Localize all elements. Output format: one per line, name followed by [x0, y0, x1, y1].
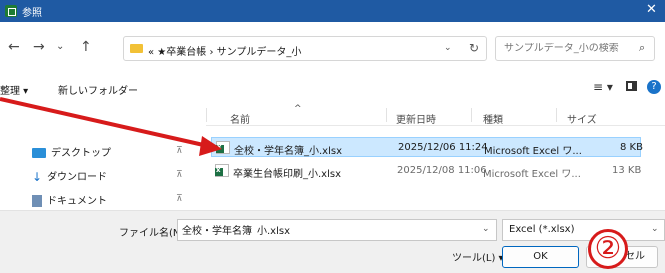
close-icon[interactable]: ✕: [646, 2, 657, 17]
address-box[interactable]: « ★卒業台帳 › サンプルデータ_小 ⌄ ↻: [123, 36, 487, 61]
file-type-filter-value: Excel (*.xlsx): [509, 224, 575, 235]
column-name[interactable]: 名前: [230, 111, 250, 126]
back-arrow-icon[interactable]: ←: [8, 39, 20, 55]
address-bar: ← → ⌄ ↑ « ★卒業台帳 › サンプルデータ_小 ⌄ ↻ ⌕: [0, 32, 665, 62]
file-name-input[interactable]: [182, 224, 472, 235]
chevron-down-icon[interactable]: ⌄: [444, 43, 452, 53]
chevron-down-icon[interactable]: ⌄: [651, 224, 659, 234]
nav-item-label: デスクトップ: [51, 148, 111, 159]
nav-item-documents[interactable]: ドキュメント: [32, 192, 107, 210]
column-separator[interactable]: [471, 108, 472, 122]
tools-menu[interactable]: ツール(L) ▾: [452, 249, 504, 264]
search-box[interactable]: ⌕: [495, 36, 655, 61]
column-type[interactable]: 種類: [483, 111, 503, 126]
new-folder-button[interactable]: 新しいフォルダー: [58, 82, 138, 97]
title-bar: 参照 ✕: [0, 0, 665, 22]
preview-pane-icon[interactable]: [626, 81, 637, 91]
nav-item-downloads[interactable]: ↓ ダウンロード: [32, 168, 107, 186]
excel-file-icon: [216, 141, 230, 154]
column-size[interactable]: サイズ: [567, 111, 597, 126]
breadcrumb[interactable]: « ★卒業台帳 › サンプルデータ_小: [148, 43, 301, 58]
nav-item-desktop[interactable]: デスクトップ: [32, 144, 111, 162]
file-list: 名前 ^ 更新日時 種類 サイズ 全校・学年名簿_小.xlsx 2025/12/…: [206, 104, 665, 210]
pin-icon[interactable]: ⊼: [176, 170, 183, 180]
file-name: 卒業生台帳印刷_小.xlsx: [233, 169, 342, 180]
column-separator[interactable]: [386, 108, 387, 122]
file-row[interactable]: 卒業生台帳印刷_小.xlsx 2025/12/08 11:06 Microsof…: [211, 161, 641, 181]
file-size: 13 KB: [612, 165, 642, 176]
view-options-icon[interactable]: ≡ ▾: [593, 80, 613, 94]
pin-icon[interactable]: ⊼: [176, 194, 183, 204]
file-modified: 2025/12/06 11:24: [398, 142, 488, 153]
help-icon[interactable]: ?: [647, 80, 661, 94]
recent-chevron-icon[interactable]: ⌄: [56, 41, 64, 52]
nav-item-label: ダウンロード: [47, 172, 108, 183]
window-title: 参照: [22, 8, 42, 19]
document-icon: [32, 195, 42, 207]
file-name-combobox[interactable]: ⌄: [177, 219, 497, 241]
ok-button[interactable]: OK: [502, 246, 579, 268]
pin-icon[interactable]: ⊼: [176, 146, 183, 156]
chevron-down-icon[interactable]: ⌄: [482, 224, 490, 234]
file-type: Microsoft Excel ワ...: [484, 146, 582, 157]
file-modified: 2025/12/08 11:06: [397, 165, 487, 176]
search-input[interactable]: [504, 43, 624, 54]
desktop-icon: [32, 148, 46, 158]
file-row[interactable]: 全校・学年名簿_小.xlsx 2025/12/06 11:24 Microsof…: [211, 137, 643, 157]
folder-icon: [130, 44, 143, 53]
column-header-row: 名前 ^ 更新日時 種類 サイズ: [206, 104, 665, 126]
nav-item-label: ドキュメント: [47, 196, 107, 207]
download-icon: ↓: [32, 170, 43, 184]
organize-menu[interactable]: 整理 ▾: [0, 82, 28, 97]
column-modified[interactable]: 更新日時: [396, 111, 436, 126]
sort-chevron-icon: ^: [294, 104, 302, 114]
forward-arrow-icon[interactable]: →: [33, 39, 45, 55]
app-icon: [5, 5, 17, 17]
search-icon[interactable]: ⌕: [639, 41, 645, 55]
step-callout: ②: [588, 229, 628, 269]
refresh-icon[interactable]: ↻: [469, 41, 479, 55]
up-arrow-icon[interactable]: ↑: [80, 39, 92, 55]
file-name-bar: ファイル名(N): ⌄ Excel (*.xlsx) ⌄ ツール(L) ▾ OK…: [0, 210, 665, 273]
file-type-filter[interactable]: Excel (*.xlsx) ⌄: [502, 219, 665, 241]
column-separator: [206, 108, 207, 122]
column-separator[interactable]: [556, 108, 557, 122]
excel-file-icon: [215, 164, 229, 177]
navigation-pane: デスクトップ ⊼ ↓ ダウンロード ⊼ ドキュメント ⊼: [0, 104, 206, 210]
file-type: Microsoft Excel ワ...: [483, 169, 581, 180]
command-bar: 整理 ▾ 新しいフォルダー ≡ ▾ ?: [0, 76, 665, 104]
file-name: 全校・学年名簿_小.xlsx: [234, 146, 343, 157]
file-size: 8 KB: [620, 142, 643, 153]
